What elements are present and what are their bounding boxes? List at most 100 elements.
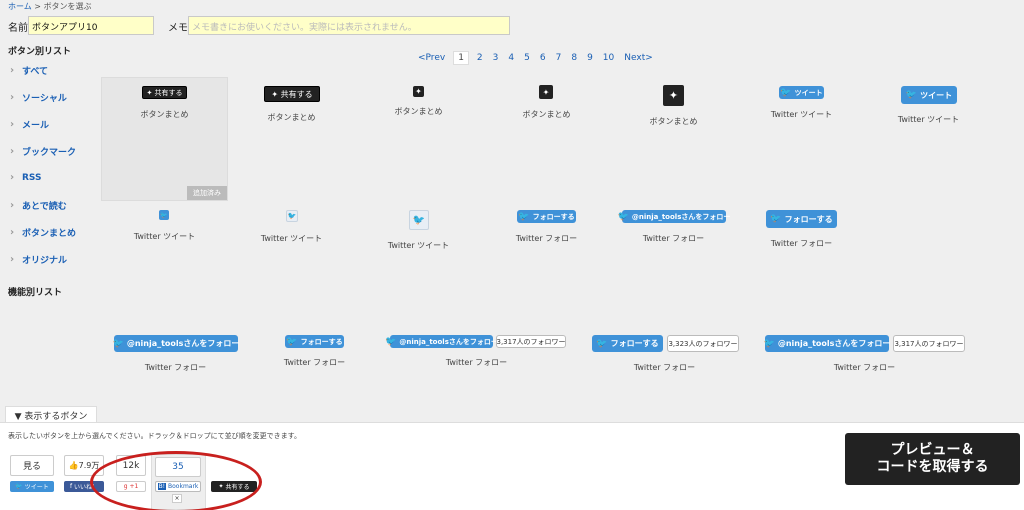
close-icon[interactable]: × bbox=[172, 494, 182, 503]
like-count-box[interactable]: 👍 7.9万 bbox=[64, 455, 104, 476]
chevron-right-icon: › bbox=[10, 200, 15, 211]
share-mini-button[interactable]: ✦ 共有する bbox=[211, 481, 257, 492]
follow-button-large-count[interactable]: 🐦 フォローする bbox=[592, 335, 663, 352]
pager-page-3[interactable]: 3 bbox=[493, 53, 499, 63]
tweet-button-large[interactable]: 🐦 ツイート bbox=[901, 86, 957, 104]
tweet-square-button-medium[interactable]: 🐦 bbox=[286, 210, 298, 222]
pager-next[interactable]: Next> bbox=[624, 53, 653, 63]
share-button-small[interactable]: ✦ 共有する bbox=[142, 86, 187, 99]
ninja-square-button-small[interactable]: ✦ bbox=[413, 86, 424, 97]
hatebu-bookmark-button[interactable]: B! Bookmark bbox=[155, 481, 201, 492]
hatebu-label: Bookmark bbox=[168, 483, 199, 490]
twitter-bird-icon: 🐦 bbox=[770, 214, 782, 224]
follow-button-small[interactable]: 🐦 フォローする bbox=[517, 210, 576, 223]
hatebu-count-box[interactable]: 35 bbox=[155, 457, 201, 477]
like-count: 7.9万 bbox=[78, 461, 100, 470]
follow-button-small-2[interactable]: 🐦 フォローする bbox=[285, 335, 344, 348]
sidebar-item-label: ソーシャル bbox=[22, 94, 67, 104]
tweet-square-button-large[interactable]: 🐦 bbox=[409, 210, 429, 230]
share-label: 共有する bbox=[280, 89, 313, 99]
breadcrumb: ホーム > ボタンを選ぶ bbox=[8, 1, 92, 12]
ninja-icon: ✦ bbox=[542, 87, 550, 97]
sidebar-item-mail[interactable]: › メール bbox=[10, 118, 49, 131]
follow-ninja-label: @ninja_toolsさんをフォロー bbox=[777, 339, 891, 348]
pager-page-8[interactable]: 8 bbox=[571, 53, 577, 63]
card-caption: ボタンまとめ bbox=[394, 107, 443, 116]
pager-page-9[interactable]: 9 bbox=[587, 53, 593, 63]
tweet-square-button-small[interactable]: 🐦 bbox=[159, 210, 169, 220]
pager-page-6[interactable]: 6 bbox=[540, 53, 546, 63]
twitter-bird-icon: 🐦 bbox=[905, 90, 918, 100]
pager-page-1[interactable]: 1 bbox=[453, 51, 469, 65]
sidebar-item-bookmark[interactable]: › ブックマーク bbox=[10, 145, 76, 158]
sidebar-item-social[interactable]: › ソーシャル bbox=[10, 91, 67, 104]
share-mini-label: 共有する bbox=[225, 484, 250, 491]
pager-page-4[interactable]: 4 bbox=[508, 53, 514, 63]
preview-line1: プレビュー＆ bbox=[890, 442, 975, 458]
follow-ninja-button-large-count[interactable]: 🐦 @ninja_toolsさんをフォロー bbox=[764, 335, 891, 352]
twitter-bird-icon: 🐦 bbox=[287, 212, 297, 220]
twitter-bird-icon: 🐦 bbox=[518, 211, 530, 222]
pager-page-5[interactable]: 5 bbox=[524, 53, 530, 63]
follow-ninja-label: @ninja_toolsさんをフォロー bbox=[631, 212, 731, 221]
follow-ninja-button-large[interactable]: 🐦 @ninja_toolsさんをフォロー bbox=[112, 335, 240, 352]
sidebar-item-rss[interactable]: › RSS bbox=[10, 172, 42, 183]
card-caption: ボタンまとめ bbox=[522, 110, 571, 119]
share-button-medium[interactable]: ✦ 共有する bbox=[264, 86, 320, 102]
card-caption: Twitter ツイート bbox=[133, 232, 196, 241]
chevron-right-icon: › bbox=[10, 146, 15, 157]
twitter-bird-icon: 🐦 bbox=[112, 338, 124, 349]
follow-button-large[interactable]: 🐦 フォローする bbox=[766, 210, 837, 228]
chevron-right-icon: › bbox=[10, 254, 15, 265]
sidebar-item-original[interactable]: › オリジナル bbox=[10, 253, 67, 266]
name-input[interactable]: ボタンアプリ10 bbox=[28, 16, 154, 35]
gplus-button[interactable]: g +1 bbox=[116, 481, 146, 492]
chevron-right-icon: › bbox=[10, 172, 15, 183]
card-caption: ボタンまとめ bbox=[649, 117, 698, 126]
twitter-bird-icon: 🐦 bbox=[385, 336, 397, 347]
hatebu-icon: B! bbox=[157, 483, 167, 490]
card-caption: Twitter フォロー bbox=[283, 358, 346, 367]
ninja-square-button-large[interactable]: ✦ bbox=[663, 85, 684, 106]
pager-page-10[interactable]: 10 bbox=[603, 53, 614, 63]
tweet-mini-label: ツイート bbox=[24, 484, 49, 491]
sidebar-item-label: すべて bbox=[22, 67, 49, 77]
twitter-bird-icon: 🐦 bbox=[596, 338, 608, 349]
ninja-icon: ✦ bbox=[146, 88, 153, 97]
card-caption: ボタンまとめ bbox=[267, 113, 316, 122]
breadcrumb-home-link[interactable]: ホーム bbox=[8, 2, 32, 11]
card-caption: Twitter フォロー bbox=[642, 234, 705, 243]
pager-prev[interactable]: <Prev bbox=[418, 53, 445, 63]
tweet-button-small[interactable]: 🐦 ツイート bbox=[779, 86, 824, 99]
sidebar-item-label: ボタンまとめ bbox=[22, 229, 77, 239]
pagination: <Prev 1 2 3 4 5 6 7 8 9 10 Next> bbox=[413, 51, 658, 65]
follow-label: フォローする bbox=[532, 212, 575, 221]
follower-count: 3,317人のフォロワー bbox=[496, 335, 566, 348]
pager-page-2[interactable]: 2 bbox=[477, 53, 483, 63]
facebook-like-button[interactable]: f いいね！ bbox=[64, 481, 104, 492]
panel-description: 表示したいボタンを上から選んでください。ドラック＆ドロップにて並び順を変更できま… bbox=[8, 432, 301, 440]
follow-label: フォローする bbox=[610, 339, 659, 348]
sidebar-item-all[interactable]: › すべて bbox=[10, 64, 48, 77]
card-caption: Twitter ツイート bbox=[387, 241, 450, 250]
breadcrumb-current: ボタンを選ぶ bbox=[43, 2, 92, 11]
see-count-box[interactable]: 見る bbox=[10, 455, 54, 476]
memo-input[interactable]: メモ書きにお使いください。実際には表示されません。 bbox=[188, 16, 510, 35]
tweet-label: ツイート bbox=[794, 88, 823, 97]
follow-ninja-label: @ninja_toolsさんをフォロー bbox=[126, 339, 240, 348]
preview-get-code-button[interactable]: プレビュー＆ コードを取得する bbox=[845, 433, 1020, 485]
ninja-icon: ✦ bbox=[668, 89, 679, 102]
follow-ninja-button-count[interactable]: 🐦 @ninja_toolsさんをフォロー bbox=[385, 335, 498, 348]
sidebar-item-read-later[interactable]: › あとで読む bbox=[10, 199, 67, 212]
sidebar-heading: ボタン別リスト bbox=[8, 47, 72, 57]
ninja-square-button-medium[interactable]: ✦ bbox=[539, 85, 553, 99]
ninja-icon: ✦ bbox=[218, 483, 224, 490]
gplus-count-box[interactable]: 12k bbox=[116, 455, 146, 476]
sidebar-item-matome[interactable]: › ボタンまとめ bbox=[10, 226, 76, 239]
pager-page-7[interactable]: 7 bbox=[556, 53, 562, 63]
thumbs-up-icon: 👍 bbox=[68, 461, 79, 470]
chevron-right-icon: › bbox=[10, 92, 15, 103]
follow-ninja-button-small[interactable]: 🐦 @ninja_toolsさんをフォロー bbox=[618, 210, 730, 223]
sidebar-item-label: RSS bbox=[22, 172, 42, 183]
tweet-mini-button[interactable]: 🐦 ツイート bbox=[10, 481, 54, 492]
